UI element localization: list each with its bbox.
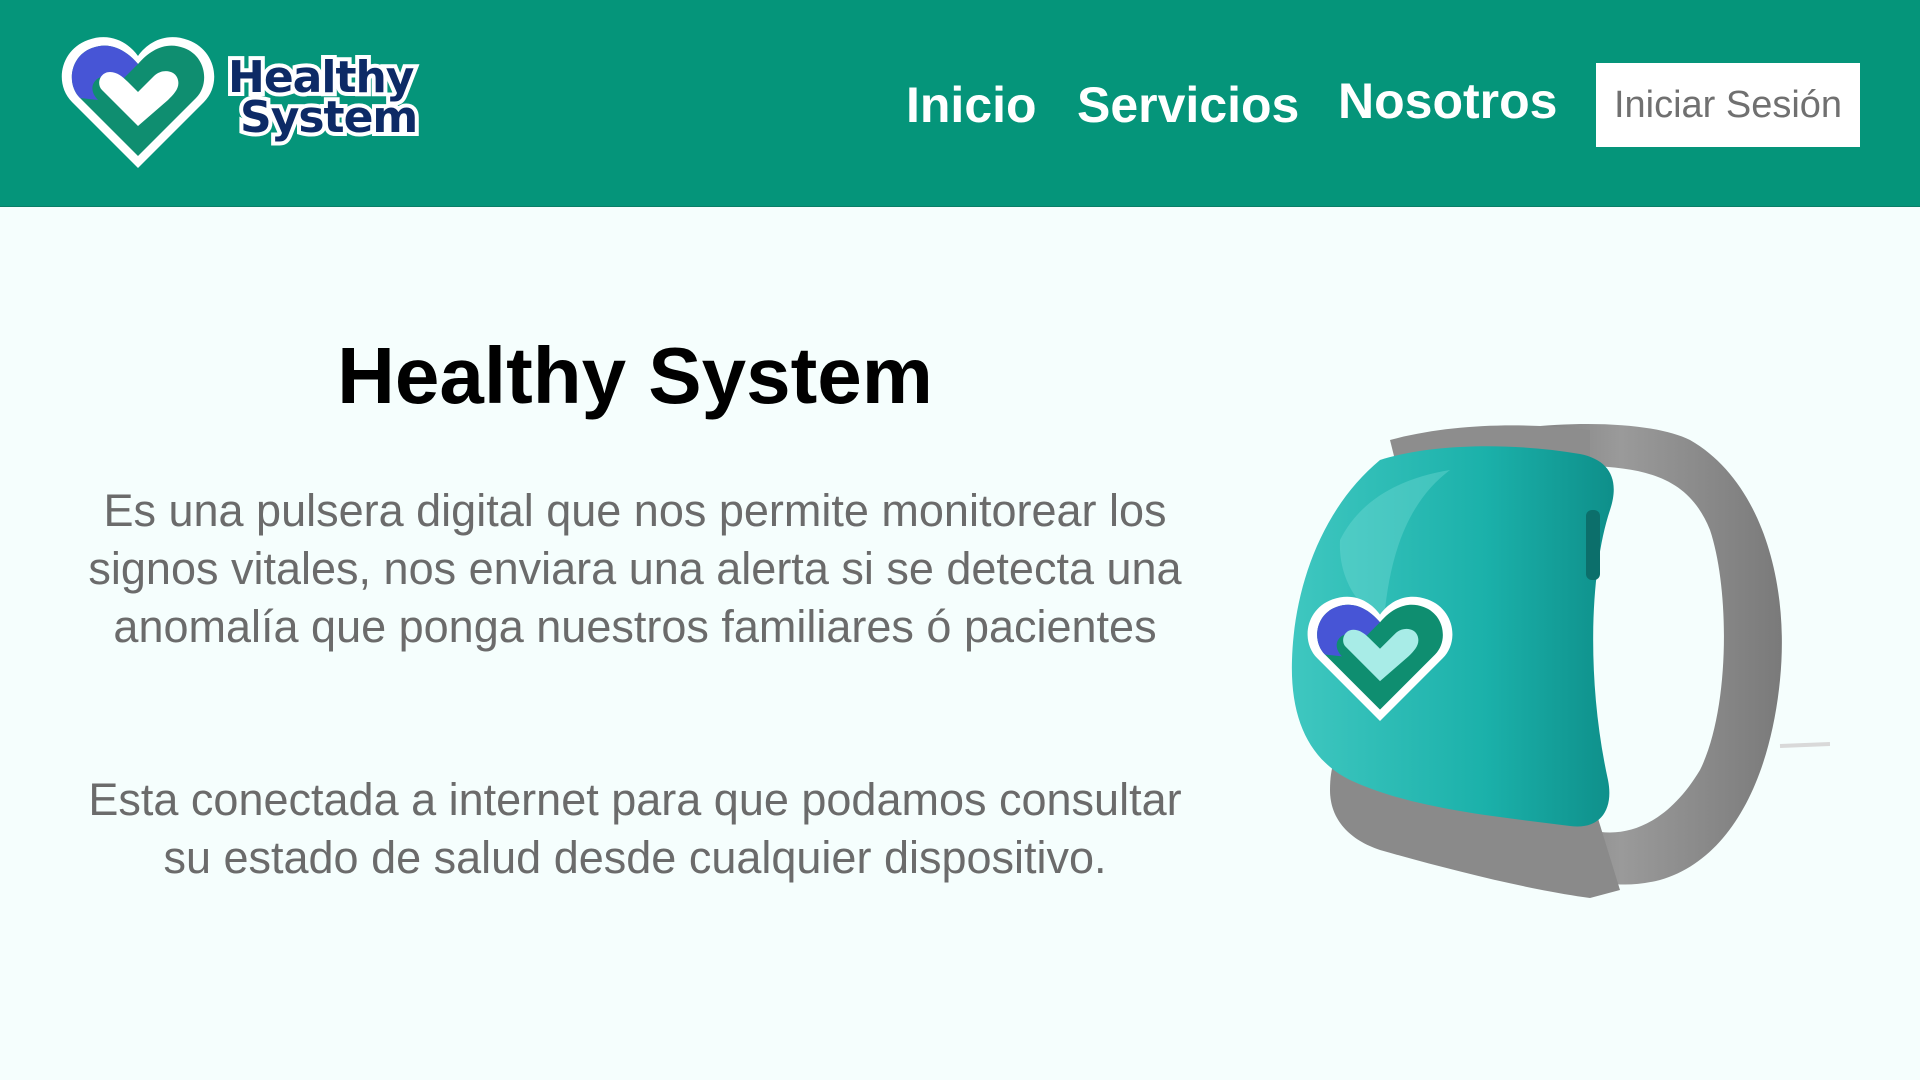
site-header: Healthy System Inicio Servicios Nosotros…	[0, 0, 1920, 207]
hero-description: Es una pulsera digital que nos permite m…	[88, 485, 1182, 652]
brand-name-line2: System	[236, 92, 422, 144]
nav-inicio-link[interactable]: Inicio	[906, 76, 1037, 134]
heart-logo-icon	[61, 37, 215, 168]
wristband-image	[1291, 423, 1830, 898]
brand-logo[interactable]: Healthy System	[58, 28, 428, 188]
brand-name: Healthy System	[224, 52, 422, 144]
hero-connectivity-text: Esta conectada a internet para que podam…	[88, 774, 1182, 883]
nav-nosotros-link[interactable]: Nosotros	[1338, 72, 1557, 130]
hero-title: Healthy System	[337, 331, 933, 420]
nav-servicios-link[interactable]: Servicios	[1077, 76, 1299, 134]
login-button[interactable]: Iniciar Sesión	[1596, 63, 1860, 147]
